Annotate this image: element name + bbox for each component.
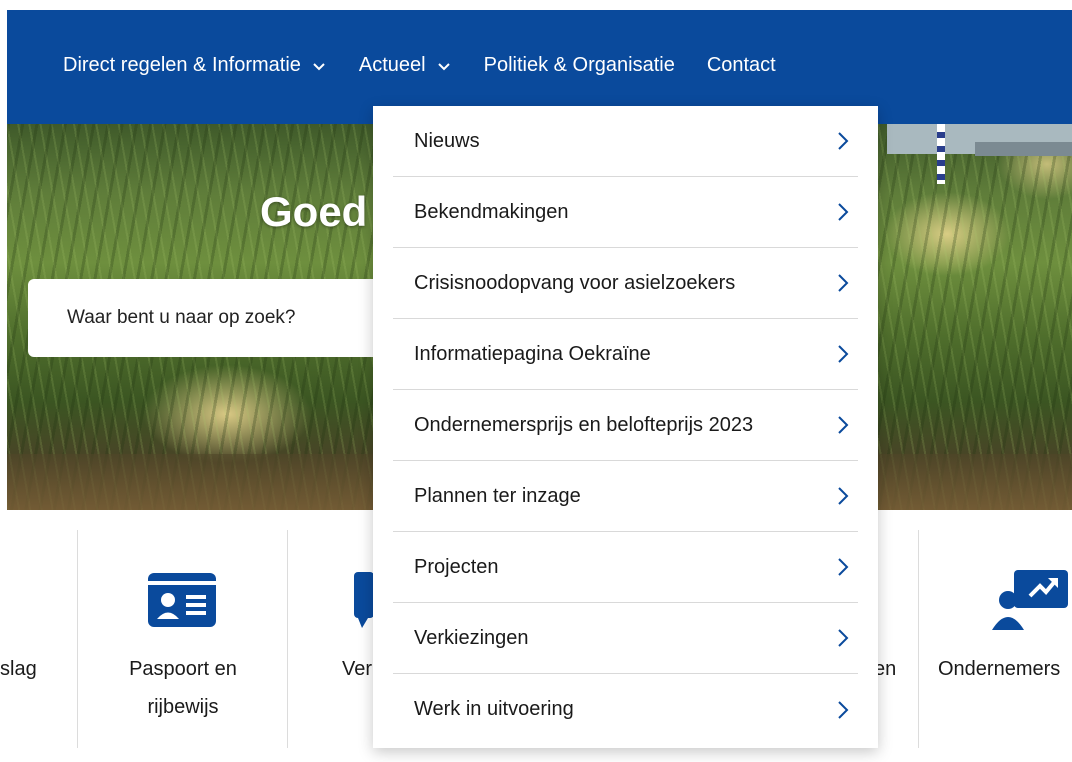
presenter-icon bbox=[992, 570, 1068, 630]
dropdown-item-label: Verkiezingen bbox=[414, 626, 529, 649]
dropdown-item-label: Ondernemersprijs en belofteprijs 2023 bbox=[414, 413, 754, 436]
dropdown-item-verkiezingen[interactable]: Verkiezingen bbox=[393, 603, 858, 674]
tile-label-partial-middle[interactable]: Ver bbox=[342, 650, 372, 688]
hero-pole bbox=[937, 124, 945, 184]
dropdown-item-werk-in-uitvoering[interactable]: Werk in uitvoering bbox=[393, 674, 858, 745]
chevron-right-icon bbox=[838, 416, 849, 434]
nav-item-politiek[interactable]: Politiek & Organisatie bbox=[484, 54, 675, 77]
chevron-right-icon bbox=[838, 487, 849, 505]
chevron-right-icon bbox=[838, 132, 849, 150]
nav-item-label: Contact bbox=[706, 54, 776, 76]
tile-divider bbox=[287, 530, 288, 748]
tile-divider bbox=[918, 530, 919, 748]
dropdown-item-projecten[interactable]: Projecten bbox=[393, 532, 858, 603]
id-card-icon bbox=[148, 573, 216, 627]
nav-item-actueel[interactable]: Actueel bbox=[359, 54, 452, 77]
dropdown-item-bekendmakingen[interactable]: Bekendmakingen bbox=[393, 177, 858, 248]
chevron-right-icon bbox=[838, 629, 849, 647]
dropdown-item-oekraine[interactable]: Informatiepagina Oekraïne bbox=[393, 319, 858, 390]
dropdown-item-ondernemersprijs[interactable]: Ondernemersprijs en belofteprijs 2023 bbox=[393, 390, 858, 461]
tile-divider bbox=[77, 530, 78, 748]
chevron-down-icon bbox=[437, 62, 450, 70]
dropdown-item-label: Crisisnoodopvang voor asielzoekers bbox=[414, 271, 736, 294]
nav-items: Direct regelen & Informatie Actueel Poli… bbox=[63, 54, 776, 77]
nav-item-label: Direct regelen & Informatie bbox=[63, 54, 301, 76]
dropdown-item-label: Nieuws bbox=[414, 129, 480, 152]
tile-passport[interactable]: Paspoort en rijbewijs bbox=[108, 650, 258, 726]
dropdown-item-plannen[interactable]: Plannen ter inzage bbox=[393, 461, 858, 532]
chevron-right-icon bbox=[838, 274, 849, 292]
chevron-right-icon bbox=[838, 700, 849, 719]
chevron-right-icon bbox=[838, 558, 849, 576]
dropdown-item-nieuws[interactable]: Nieuws bbox=[393, 106, 858, 177]
dropdown-item-label: Werk in uitvoering bbox=[414, 698, 574, 720]
dropdown-item-label: Plannen ter inzage bbox=[414, 484, 581, 507]
hero-barn bbox=[975, 142, 1072, 156]
tile-label-partial-left[interactable]: slag bbox=[0, 650, 37, 688]
chevron-down-icon bbox=[313, 62, 325, 70]
dropdown-item-label: Informatiepagina Oekraïne bbox=[414, 342, 651, 365]
dropdown-item-label: Bekendmakingen bbox=[414, 200, 569, 223]
dropdown-item-label: Projecten bbox=[414, 555, 499, 578]
tile-passport-line1: Paspoort en bbox=[129, 658, 237, 680]
actueel-dropdown-menu: Nieuws Bekendmakingen Crisisnoodopvang v… bbox=[373, 106, 878, 748]
nav-item-label: Politiek & Organisatie bbox=[483, 54, 675, 76]
chevron-right-icon bbox=[838, 203, 849, 221]
partial-tile-icon bbox=[354, 572, 374, 628]
search-placeholder: Waar bent u naar op zoek? bbox=[67, 307, 296, 328]
chevron-right-icon bbox=[838, 345, 849, 363]
nav-item-contact[interactable]: Contact bbox=[707, 54, 776, 77]
dropdown-item-crisisnoodopvang[interactable]: Crisisnoodopvang voor asielzoekers bbox=[393, 248, 858, 319]
hero-title: Goed bbox=[260, 188, 368, 235]
nav-item-label: Actueel bbox=[358, 54, 426, 76]
tile-passport-line2: rijbewijs bbox=[147, 696, 219, 718]
nav-item-direct-regelen[interactable]: Direct regelen & Informatie bbox=[63, 54, 327, 77]
tile-entrepreneurs[interactable]: Ondernemers bbox=[938, 650, 1060, 688]
